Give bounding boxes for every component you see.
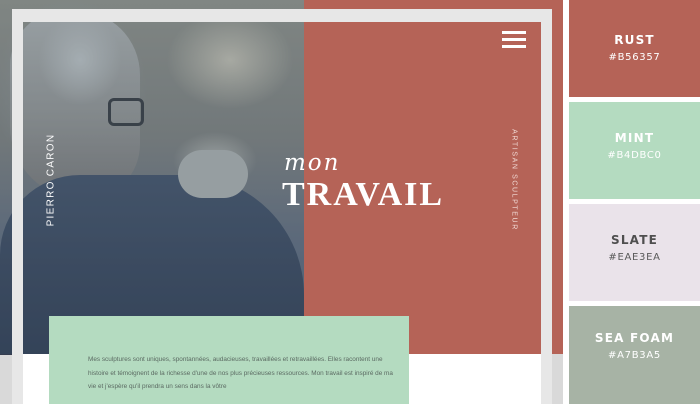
- intro-card: Mes sculptures sont uniques, spontannées…: [49, 316, 409, 404]
- intro-text: Mes sculptures sont uniques, spontannées…: [88, 356, 393, 390]
- swatch-name: MINT: [614, 131, 655, 145]
- frame-top-border: [12, 9, 552, 22]
- swatch-mint: MINT #B4DBC0: [569, 102, 700, 199]
- swatch-rust: RUST #B56357: [569, 0, 700, 97]
- menu-line: [502, 31, 526, 34]
- hamburger-menu-icon[interactable]: [502, 30, 526, 48]
- frame-right-border: [541, 9, 552, 404]
- menu-line: [502, 38, 526, 41]
- website-mockup: PIERRO CARON ARTISAN SCULPTEUR mon TRAVA…: [0, 0, 563, 404]
- swatch-hex: #B56357: [608, 52, 661, 63]
- swatch-name: SLATE: [610, 233, 659, 247]
- swatch-sea-foam: SEA FOAM #A7B3A5: [569, 306, 700, 404]
- swatch-slate: SLATE #EAE3EA: [569, 204, 700, 301]
- swatch-hex: #A7B3A5: [608, 350, 661, 361]
- swatch-name: RUST: [614, 33, 655, 47]
- artist-name: PIERRO CARON: [45, 133, 57, 227]
- artist-role: ARTISAN SCULPTEUR: [510, 129, 518, 231]
- hero-title-small: mon: [284, 150, 341, 176]
- design-board: PIERRO CARON ARTISAN SCULPTEUR mon TRAVA…: [0, 0, 700, 404]
- swatch-hex: #EAE3EA: [608, 252, 661, 263]
- swatch-hex: #B4DBC0: [607, 150, 662, 161]
- menu-line: [502, 45, 526, 48]
- hero-title-large: TRAVAIL: [282, 176, 445, 213]
- swatch-name: SEA FOAM: [594, 331, 675, 345]
- frame-left-border: [12, 9, 23, 404]
